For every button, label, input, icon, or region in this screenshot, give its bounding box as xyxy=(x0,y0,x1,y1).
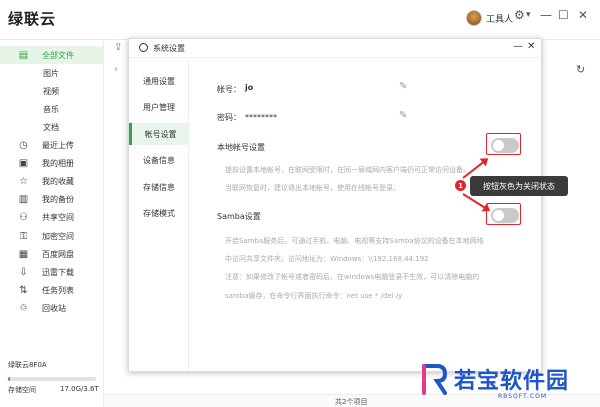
sidebar-item-label: 我的收藏 xyxy=(42,177,74,187)
samba-desc-line: 注意：如果修改了帐号或者密码后，在windows电脑登录不生效，可以清除电脑的 xyxy=(225,273,480,281)
back-icon[interactable]: ‹ xyxy=(114,64,118,75)
settings-nav-item[interactable]: 存储模式 xyxy=(129,203,189,225)
baidu-disk-icon: ▦ xyxy=(18,248,29,260)
highlight-box xyxy=(486,133,521,155)
sidebar-item[interactable]: 视频 xyxy=(0,82,103,100)
settings-nav-item[interactable]: 通用设置 xyxy=(129,70,189,92)
sidebar-item[interactable]: 音乐 xyxy=(0,100,103,118)
dialog-header: 系统设置 — ✕ xyxy=(129,39,541,58)
user-avatar[interactable] xyxy=(466,10,482,26)
sidebar-item[interactable]: ▤ 全部文件 xyxy=(0,46,103,64)
dialog-close-button[interactable]: ✕ xyxy=(527,41,535,52)
settings-icon[interactable]: ⚙ xyxy=(514,8,525,22)
storage-label: 存储空间 xyxy=(8,386,36,394)
annotation-tooltip: 按钮灰色为关闭状态 xyxy=(470,176,568,196)
samba-section-title: Samba设置 xyxy=(217,212,261,221)
clock-icon: ◷ xyxy=(19,140,28,151)
sidebar-item-label: 回收站 xyxy=(42,303,66,313)
watermark-sub: RBSOFT.COM xyxy=(498,393,548,400)
dialog-minimize-button[interactable]: — xyxy=(513,41,523,52)
sidebar-item-label: 共享空间 xyxy=(42,213,74,223)
trash-icon: ♲ xyxy=(19,302,28,314)
sidebar-item-label: 文档 xyxy=(43,122,59,132)
settings-nav-item[interactable]: 帐号设置 xyxy=(129,123,189,145)
sidebar-item-label: 我的备份 xyxy=(42,195,74,205)
password-label: 密码： xyxy=(217,113,241,122)
lock-user-icon: ⚿ xyxy=(19,230,28,242)
settings-nav-item[interactable]: 设备信息 xyxy=(129,150,189,172)
sidebar-item[interactable]: 文档 xyxy=(0,118,103,136)
maximize-icon[interactable]: ☐ xyxy=(558,8,569,22)
sidebar-item[interactable]: ▣ 我的相册 xyxy=(0,155,103,173)
sidebar-item[interactable]: ⇅ 任务列表 xyxy=(0,281,103,299)
sidebar-item-label: 最近上传 xyxy=(42,141,74,150)
app-header: 绿联云 工具人 ⚙ ▾ — ☐ ✕ xyxy=(0,0,600,40)
settings-nav-item[interactable]: 用户管理 xyxy=(129,97,189,119)
watermark-text: 若宝软件园 xyxy=(454,369,570,394)
sidebar: ▤ 全部文件图片视频音乐文档 ◷ 最近上传 ▣ 我的相册 ☆ 我的收藏 ▥ 我的备份 ⚇ 共享空间 ⚿ 加… xyxy=(0,40,104,407)
storage-progress-bar xyxy=(8,377,96,381)
samba-desc-line: samba缓存，在命令行界面执行命令：net use * /del /y xyxy=(225,292,403,300)
settings-icon xyxy=(139,43,148,52)
dialog-title: 系统设置 xyxy=(153,44,185,53)
sidebar-item-label: 全部文件 xyxy=(42,50,74,60)
edit-password-icon[interactable]: ✎ xyxy=(399,110,407,121)
minimize-icon[interactable]: — xyxy=(540,8,552,22)
file-icon: ▤ xyxy=(18,49,29,61)
local-desc-line: 提前设置本地帐号，在联网受限时，在同一局域网内客户端仍可正常访问设备。 xyxy=(225,166,470,174)
password-value: ******** xyxy=(245,113,277,122)
sidebar-item[interactable]: 图片 xyxy=(0,64,103,82)
sidebar-item-label: 迅雷下载 xyxy=(42,267,74,277)
settings-nav: 通用设置用户管理帐号设置设备信息存储信息存储模式 xyxy=(129,59,189,371)
device-name: 绿联云8F0A xyxy=(8,361,47,369)
storage-progress-fill xyxy=(8,377,10,381)
backup-icon: ▥ xyxy=(18,194,29,206)
sidebar-item-label: 任务列表 xyxy=(42,285,74,295)
tasks-icon: ⇅ xyxy=(19,284,28,296)
sidebar-item-label: 视频 xyxy=(43,86,59,96)
sidebar-item-label: 音乐 xyxy=(43,104,59,114)
sidebar-item[interactable]: ♲ 回收站 xyxy=(0,299,103,317)
sidebar-item-label: 图片 xyxy=(43,68,59,78)
sidebar-item[interactable]: ☆ 我的收藏 xyxy=(0,173,103,191)
sidebar-item-label: 我的相册 xyxy=(42,159,74,169)
samba-desc-line: 中访问共享文件夹。访问地址为：Windows：\\192.168.44.192 xyxy=(225,255,429,263)
album-icon: ▣ xyxy=(18,158,29,170)
app-title: 绿联云 xyxy=(8,10,57,28)
watermark-logo xyxy=(422,364,448,395)
annotation-number: 1 xyxy=(455,180,466,191)
share-users-icon: ⚇ xyxy=(19,212,28,224)
chevron-down-icon[interactable]: ▾ xyxy=(526,8,531,22)
download-icon: ⇩ xyxy=(19,266,28,278)
account-value: jo xyxy=(245,83,254,92)
local-desc-line: 当联网恢复时，建议退出本地帐号，使用在线帐号登录。 xyxy=(225,184,400,192)
storage-value: 17.0G/3.6T xyxy=(60,385,99,393)
sidebar-item[interactable]: ⚇ 共享空间 xyxy=(0,209,103,227)
sidebar-item[interactable]: ⇩ 迅雷下载 xyxy=(0,263,103,281)
samba-desc-line: 开启Samba服务后，可通过手机、电脑、电视等支持Samba协议的设备在本地网络 xyxy=(225,237,484,245)
settings-nav-item[interactable]: 存储信息 xyxy=(129,176,189,198)
upload-icon[interactable]: ⇪ xyxy=(114,42,122,53)
edit-account-icon[interactable]: ✎ xyxy=(399,81,407,92)
user-name[interactable]: 工具人 xyxy=(486,12,513,25)
close-icon[interactable]: ✕ xyxy=(578,8,588,22)
sidebar-item[interactable]: ⚿ 加密空间 xyxy=(0,227,103,245)
star-icon: ☆ xyxy=(19,176,28,188)
sidebar-item[interactable]: ▥ 我的备份 xyxy=(0,191,103,209)
item-count: 共2个项目 xyxy=(335,398,368,406)
sidebar-item[interactable]: ◷ 最近上传 xyxy=(0,137,103,155)
local-account-section-title: 本地帐号设置 xyxy=(217,143,265,152)
sidebar-item[interactable]: ▦ 百度网盘 xyxy=(0,245,103,263)
sidebar-item-label: 百度网盘 xyxy=(42,249,74,259)
refresh-icon[interactable]: ↻ xyxy=(576,63,585,76)
account-label: 帐号： xyxy=(217,85,241,94)
sidebar-item-label: 加密空间 xyxy=(42,231,74,241)
